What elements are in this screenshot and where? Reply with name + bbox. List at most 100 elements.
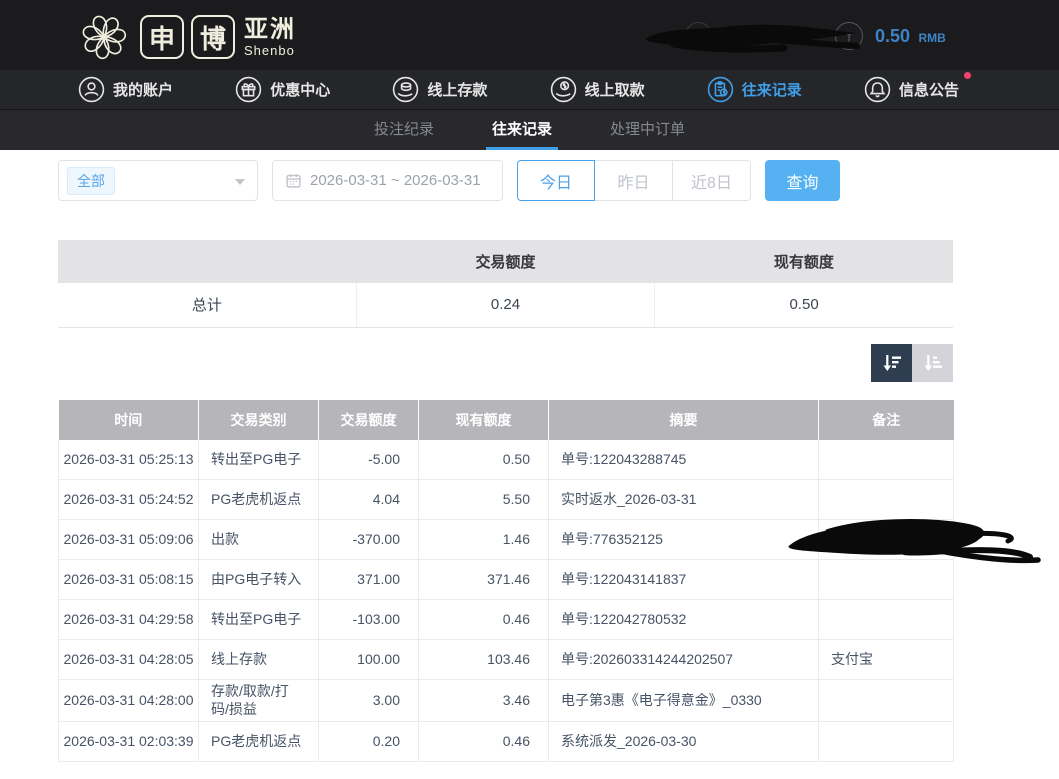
logo-char-box: 申	[140, 15, 184, 59]
selected-type-chip[interactable]: 全部	[67, 167, 115, 195]
filter-bar: 全部 2026-03-31 ~ 2026-03-31 今日 昨日 近8日 查询	[58, 160, 953, 201]
site-logo[interactable]: 申 博 亚洲 Shenbo	[75, 8, 296, 66]
flower-logo-icon	[75, 8, 133, 66]
cell-summary: 单号:122043141837	[549, 560, 819, 600]
quick-date-buttons: 今日 昨日 近8日	[517, 160, 751, 201]
balance-currency: RMB	[919, 31, 946, 45]
cell-type: 由PG电子转入	[199, 560, 319, 600]
summary-total-label: 总计	[58, 283, 356, 327]
summary-header-current: 现有额度	[655, 240, 953, 283]
summary-header-empty	[58, 240, 356, 283]
col-header-summary: 摘要	[549, 400, 819, 440]
cell-note	[819, 440, 954, 480]
col-header-balance: 现有额度	[419, 400, 549, 440]
cell-time: 2026-03-31 05:24:52	[59, 480, 199, 520]
col-header-amount: 交易额度	[319, 400, 419, 440]
cell-summary: 单号:202603314244202507	[549, 640, 819, 680]
cell-type: 转出至PG电子	[199, 440, 319, 480]
date-range-value: 2026-03-31 ~ 2026-03-31	[310, 172, 481, 189]
today-button[interactable]: 今日	[517, 160, 595, 201]
date-range-picker[interactable]: 2026-03-31 ~ 2026-03-31	[272, 160, 503, 201]
summary-table: 交易额度 现有额度 总计 0.24 0.50	[58, 240, 953, 328]
nav-item-promotions[interactable]: 优惠中心	[235, 76, 330, 103]
tab-betting-records[interactable]: 投注纪录	[368, 110, 440, 150]
cell-note	[819, 480, 954, 520]
nav-item-online-deposit[interactable]: 线上存款	[392, 76, 487, 103]
sub-nav: 投注纪录 往来记录 处理中订单	[0, 110, 1059, 150]
account-balance: 0.50 RMB	[875, 26, 946, 47]
cell-summary: 系统派发_2026-03-30	[549, 722, 819, 762]
nav-item-transaction-records[interactable]: 往来记录	[707, 76, 802, 103]
cell-amount: 3.00	[319, 680, 419, 722]
sort-ascending-icon	[922, 352, 944, 374]
cell-type: PG老虎机返点	[199, 722, 319, 762]
cell-balance: 371.46	[419, 560, 549, 600]
cell-balance: 103.46	[419, 640, 549, 680]
sort-ascending-button[interactable]	[912, 344, 953, 382]
nav-item-announcements[interactable]: 信息公告	[864, 76, 959, 103]
cell-balance: 0.46	[419, 722, 549, 762]
gift-icon	[235, 76, 262, 103]
user-icon	[78, 76, 105, 103]
sort-descending-button[interactable]	[871, 344, 912, 382]
cell-note	[819, 600, 954, 640]
nav-label: 线上存款	[427, 79, 487, 100]
table-row: 2026-03-31 04:28:00 存款/取款/打码/损益 3.00 3.4…	[59, 680, 954, 722]
cell-time: 2026-03-31 05:25:13	[59, 440, 199, 480]
sort-bar	[58, 344, 953, 382]
cell-time: 2026-03-31 05:08:15	[59, 560, 199, 600]
col-header-type: 交易类别	[199, 400, 319, 440]
cell-amount: 100.00	[319, 640, 419, 680]
nav-label: 往来记录	[742, 79, 802, 100]
cell-note	[819, 520, 954, 560]
cell-time: 2026-03-31 04:29:58	[59, 600, 199, 640]
cell-time: 2026-03-31 05:09:06	[59, 520, 199, 560]
cell-time: 2026-03-31 04:28:00	[59, 680, 199, 722]
table-row: 2026-03-31 04:29:58 转出至PG电子 -103.00 0.46…	[59, 600, 954, 640]
notification-badge	[964, 72, 971, 79]
type-select[interactable]: 全部	[58, 160, 258, 201]
cell-note	[819, 560, 954, 600]
cell-type: 转出至PG电子	[199, 600, 319, 640]
cell-balance: 0.50	[419, 440, 549, 480]
nav-item-my-account[interactable]: 我的账户	[78, 76, 173, 103]
search-button[interactable]: 查询	[765, 160, 840, 201]
table-row: 2026-03-31 05:24:52 PG老虎机返点 4.04 5.50 实时…	[59, 480, 954, 520]
cell-amount: 371.00	[319, 560, 419, 600]
content-area: 全部 2026-03-31 ~ 2026-03-31 今日 昨日 近8日 查询	[58, 160, 953, 762]
nav-label: 线上取款	[585, 79, 645, 100]
nav-item-online-withdraw[interactable]: 线上取款	[550, 76, 645, 103]
summary-row: 总计 0.24 0.50	[58, 283, 953, 327]
nav-label: 优惠中心	[270, 79, 330, 100]
cell-note: 支付宝	[819, 640, 954, 680]
withdraw-icon	[550, 76, 577, 103]
redaction-scribble-username	[644, 18, 869, 58]
cell-amount: -103.00	[319, 600, 419, 640]
table-header-row: 时间 交易类别 交易额度 现有额度 摘要 备注	[59, 400, 954, 440]
cell-type: 存款/取款/打码/损益	[199, 680, 319, 722]
yesterday-button[interactable]: 昨日	[595, 160, 673, 201]
tab-transaction-records[interactable]: 往来记录	[486, 110, 558, 150]
main-nav: 我的账户 优惠中心 线上存款 线上取款	[0, 70, 1059, 110]
logo-subtitle-text: Shenbo	[244, 44, 296, 57]
sort-descending-icon	[881, 352, 903, 374]
cell-time: 2026-03-31 02:03:39	[59, 722, 199, 762]
cell-type: PG老虎机返点	[199, 480, 319, 520]
nav-label: 信息公告	[899, 79, 959, 100]
table-row: 2026-03-31 05:25:13 转出至PG电子 -5.00 0.50 单…	[59, 440, 954, 480]
logo-region-text: 亚洲	[244, 18, 296, 42]
records-icon	[707, 76, 734, 103]
last-8-days-button[interactable]: 近8日	[673, 160, 751, 201]
tab-pending-orders[interactable]: 处理中订单	[604, 110, 691, 150]
nav-label: 我的账户	[113, 79, 173, 100]
cell-summary: 单号:122043288745	[549, 440, 819, 480]
chevron-down-icon	[235, 179, 245, 185]
table-row: 2026-03-31 05:09:06 出款 -370.00 1.46 单号:7…	[59, 520, 954, 560]
bell-icon	[864, 76, 891, 103]
site-header: 申 博 亚洲 Shenbo ↑ 0.50 RMB	[0, 0, 1059, 70]
transactions-table: 时间 交易类别 交易额度 现有额度 摘要 备注 2026-03-31 05:25…	[58, 400, 954, 763]
summary-header-transaction: 交易额度	[356, 240, 654, 283]
balance-amount: 0.50	[875, 26, 910, 46]
logo-char-box: 博	[191, 15, 235, 59]
col-header-note: 备注	[819, 400, 954, 440]
